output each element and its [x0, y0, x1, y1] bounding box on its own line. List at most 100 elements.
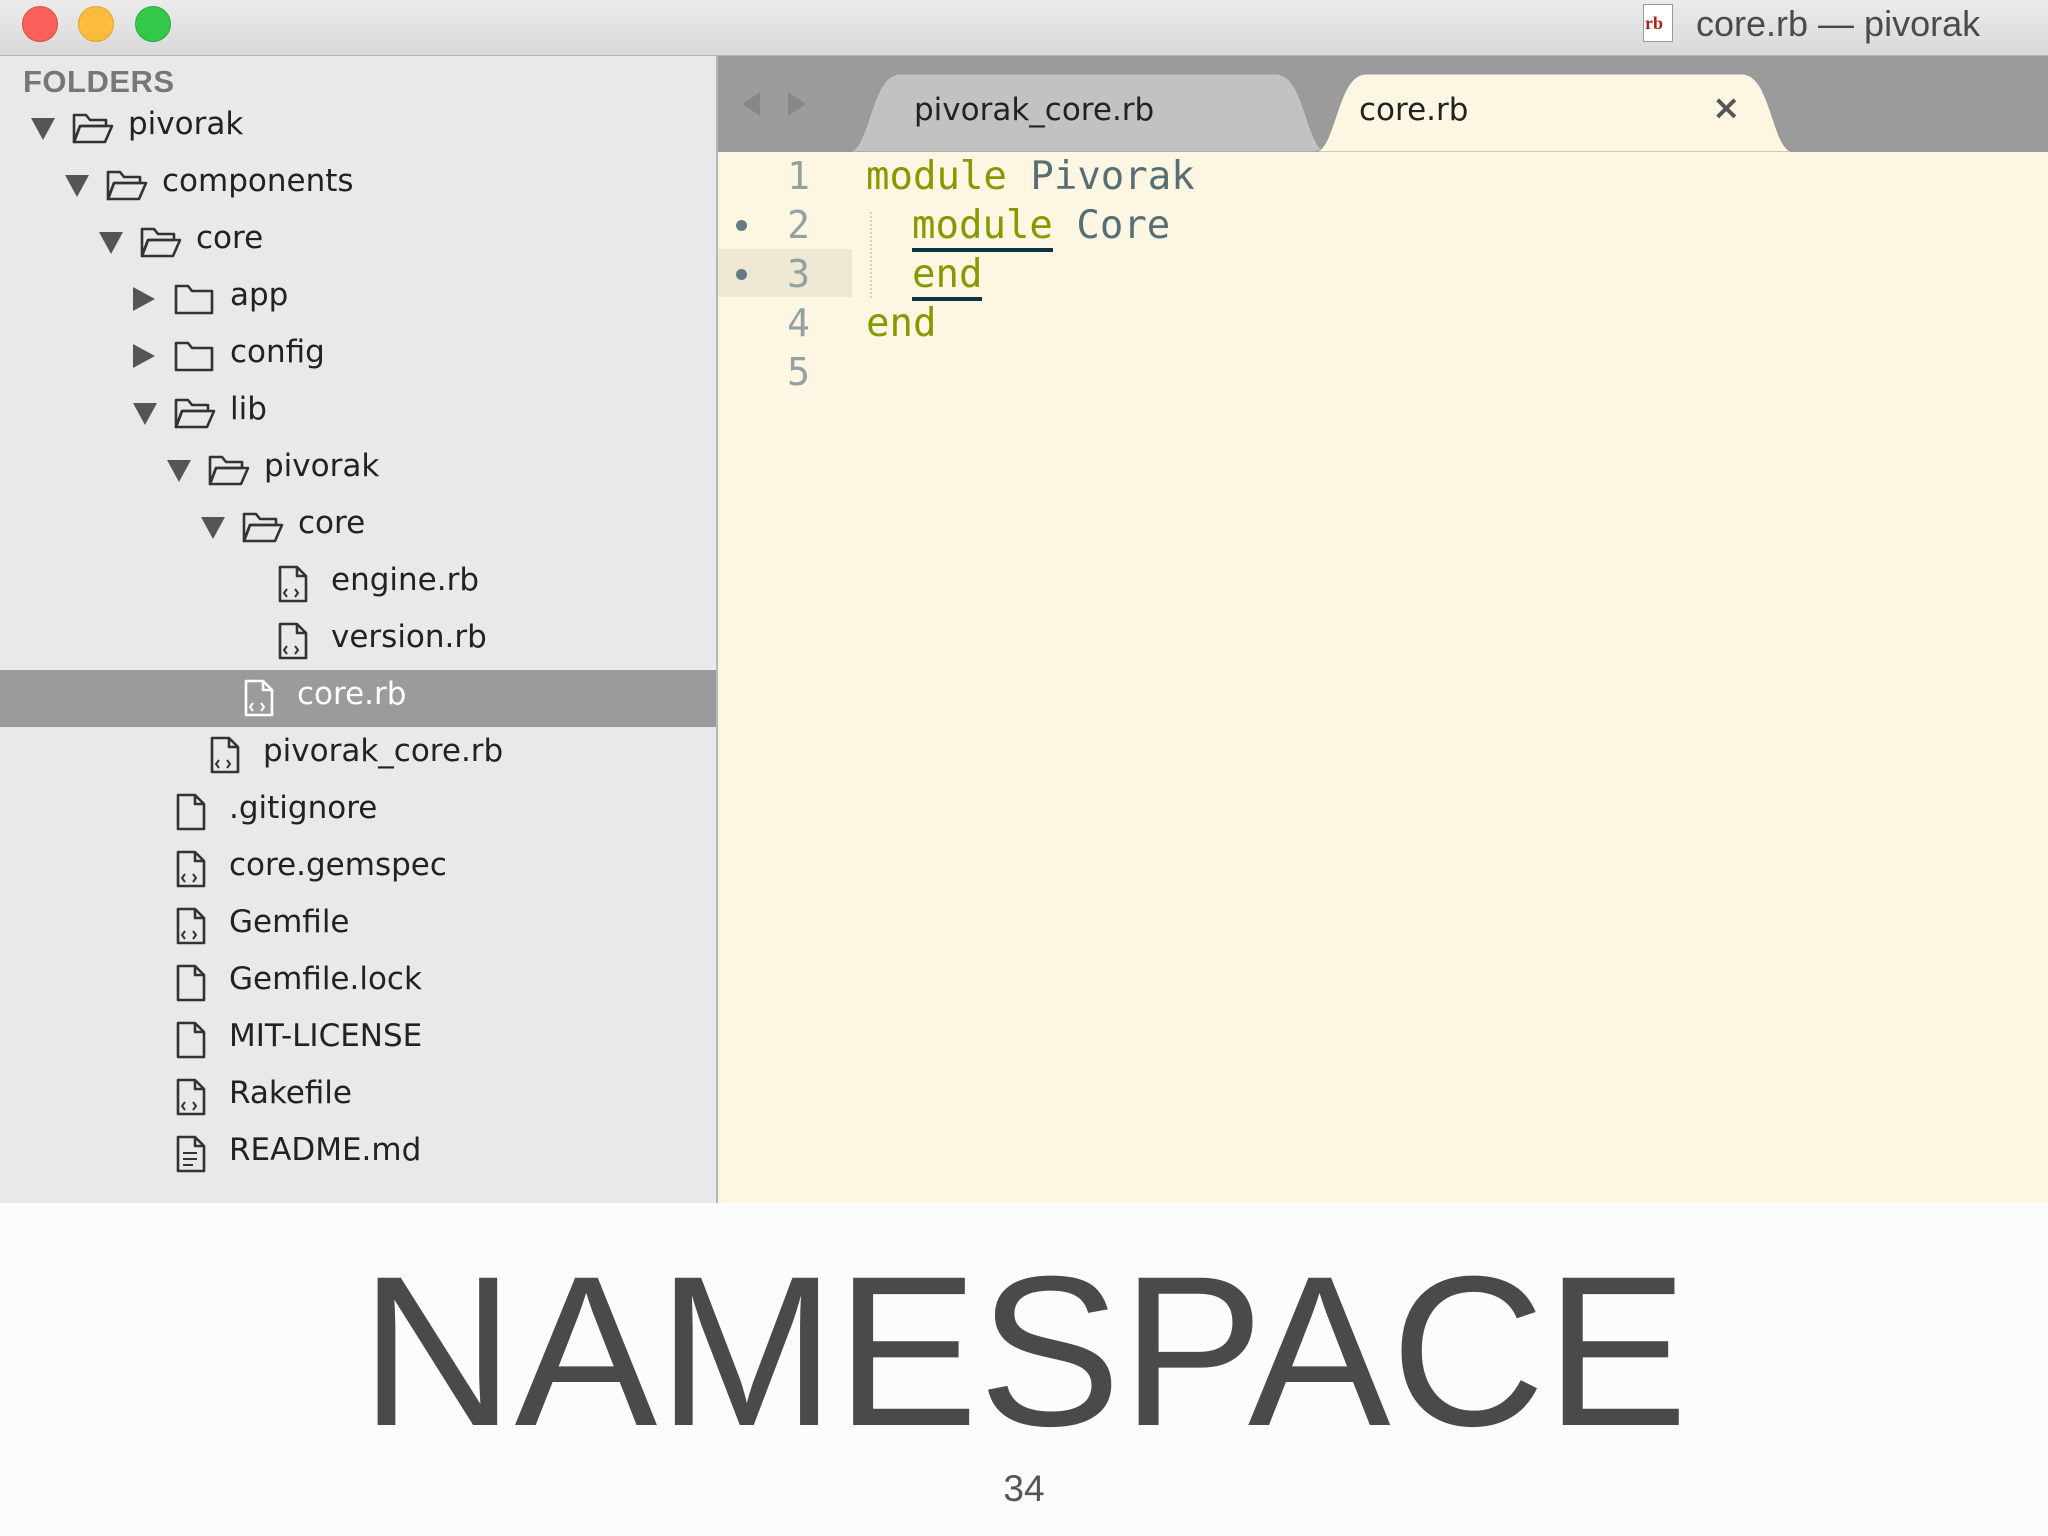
- line-number: 2: [787, 203, 810, 247]
- keyword-token: end: [912, 252, 983, 301]
- code-file-icon: [243, 679, 275, 717]
- line-number: 4: [787, 301, 810, 345]
- ruby-file-icon: rb: [1643, 4, 1673, 42]
- tree-item[interactable]: components: [0, 157, 716, 214]
- code-file-icon: [277, 622, 309, 660]
- tree-item-label: Rakefile: [229, 1075, 352, 1111]
- tab-pivorak-core-rb[interactable]: pivorak_core.rb ×: [848, 74, 1393, 152]
- code-file-icon: [175, 850, 207, 888]
- ruby-file-icon-text: rb: [1645, 13, 1663, 33]
- modified-line-marker-icon: [736, 220, 747, 231]
- code-line[interactable]: module Core: [912, 201, 1171, 252]
- tree-item-label: .gitignore: [229, 790, 378, 826]
- tree-item[interactable]: lib: [0, 385, 716, 442]
- disclosure-collapsed-icon[interactable]: [133, 287, 155, 311]
- minimize-window-button[interactable]: [78, 6, 114, 42]
- tab-bar: pivorak_core.rb × core.rb ×: [718, 56, 2048, 152]
- tree-item[interactable]: core: [0, 499, 716, 556]
- tab-core-rb[interactable]: core.rb ×: [1314, 74, 1794, 152]
- line-number: 5: [787, 350, 810, 394]
- keyword-token: end: [866, 301, 937, 346]
- disclosure-collapsed-icon[interactable]: [133, 344, 155, 368]
- disclosure-expanded-icon[interactable]: [31, 118, 55, 140]
- sidebar: FOLDERS pivorak components core app config li…: [0, 56, 718, 1203]
- tree-item[interactable]: MIT-LICENSE: [0, 1012, 716, 1069]
- folder-open-icon: [241, 509, 285, 545]
- line-number: 3: [787, 252, 810, 296]
- tree-item-label: Gemfile: [229, 904, 350, 940]
- code-file-icon: [175, 1078, 207, 1116]
- keyword-token: module: [912, 203, 1053, 252]
- code-file-icon: [175, 907, 207, 945]
- file-icon: [175, 1021, 207, 1059]
- constant-token: Pivorak: [1006, 154, 1195, 199]
- file-icon: [175, 793, 207, 831]
- file-icon: [175, 964, 207, 1002]
- modified-line-marker-icon: [736, 269, 747, 280]
- folder-icon: [173, 281, 217, 317]
- tab-label: core.rb: [1359, 92, 1469, 128]
- tree-item-label: core.gemspec: [229, 847, 447, 883]
- disclosure-expanded-icon[interactable]: [99, 232, 123, 254]
- code-file-icon: [209, 736, 241, 774]
- tree-item-label: components: [162, 163, 354, 199]
- tree-item[interactable]: Gemfile.lock: [0, 955, 716, 1012]
- tree-item-label: app: [230, 277, 289, 313]
- editor-window: rb core.rb — pivorak FOLDERS pivorak comp…: [0, 0, 2048, 1203]
- tab-nav-right-icon[interactable]: [788, 92, 806, 116]
- tree-item[interactable]: core: [0, 214, 716, 271]
- code-line[interactable]: module Pivorak: [866, 152, 1195, 201]
- tree-item-label: version.rb: [331, 619, 487, 655]
- close-tab-icon[interactable]: ×: [1712, 88, 1741, 128]
- tree-item[interactable]: Rakefile: [0, 1069, 716, 1126]
- text-file-icon: [175, 1135, 207, 1173]
- tree-item-label: lib: [230, 391, 267, 427]
- disclosure-expanded-icon[interactable]: [65, 175, 89, 197]
- tree-item-label: engine.rb: [331, 562, 480, 598]
- tab-nav-left-icon[interactable]: [742, 92, 760, 116]
- code-line[interactable]: end: [912, 250, 983, 301]
- tree-item[interactable]: app: [0, 271, 716, 328]
- title-bar: rb core.rb — pivorak: [0, 0, 2048, 56]
- tree-item[interactable]: core.gemspec: [0, 841, 716, 898]
- disclosure-expanded-icon[interactable]: [167, 460, 191, 482]
- tree-item[interactable]: pivorak_core.rb: [0, 727, 716, 784]
- code-line[interactable]: end: [866, 299, 936, 348]
- folder-open-icon: [207, 452, 251, 488]
- tree-item-label: pivorak_core.rb: [263, 733, 504, 769]
- folder-open-icon: [105, 167, 149, 203]
- tab-label: pivorak_core.rb: [914, 92, 1155, 128]
- tree-item[interactable]: engine.rb: [0, 556, 716, 613]
- code-file-icon: [277, 565, 309, 603]
- constant-token: Core: [1052, 203, 1171, 248]
- tree-item-label: Gemfile.lock: [229, 961, 422, 997]
- folders-heading: FOLDERS: [23, 64, 175, 99]
- tree-item-label: core: [196, 220, 264, 256]
- code-editor[interactable]: 12345 module Pivorak module Core end end: [718, 152, 2048, 1203]
- slide-title: NAMESPACE: [360, 1232, 1688, 1471]
- tree-item-label: pivorak: [264, 448, 380, 484]
- tree-item-label: core.rb: [297, 676, 407, 712]
- disclosure-expanded-icon[interactable]: [133, 403, 157, 425]
- tree-item[interactable]: .gitignore: [0, 784, 716, 841]
- tree-item[interactable]: pivorak: [0, 442, 716, 499]
- tree-item[interactable]: pivorak: [0, 100, 716, 157]
- tree-item-label: pivorak: [128, 106, 244, 142]
- tree-item[interactable]: Gemfile: [0, 898, 716, 955]
- folder-open-icon: [139, 224, 183, 260]
- page-number: 34: [1003, 1468, 1045, 1509]
- tree-item-label: config: [230, 334, 325, 370]
- tree-item[interactable]: README.md: [0, 1126, 716, 1183]
- tree-item-label: core: [298, 505, 366, 541]
- tree-item[interactable]: core.rb: [0, 670, 716, 727]
- folder-icon: [173, 338, 217, 374]
- window-title: core.rb — pivorak: [1696, 3, 1981, 44]
- disclosure-expanded-icon[interactable]: [201, 517, 225, 539]
- maximize-window-button[interactable]: [135, 6, 171, 42]
- close-window-button[interactable]: [22, 6, 58, 42]
- tree-item[interactable]: config: [0, 328, 716, 385]
- tree-item-label: MIT-LICENSE: [229, 1018, 423, 1054]
- tree-item[interactable]: version.rb: [0, 613, 716, 670]
- folder-open-icon: [71, 110, 115, 146]
- keyword-token: module: [866, 154, 1007, 199]
